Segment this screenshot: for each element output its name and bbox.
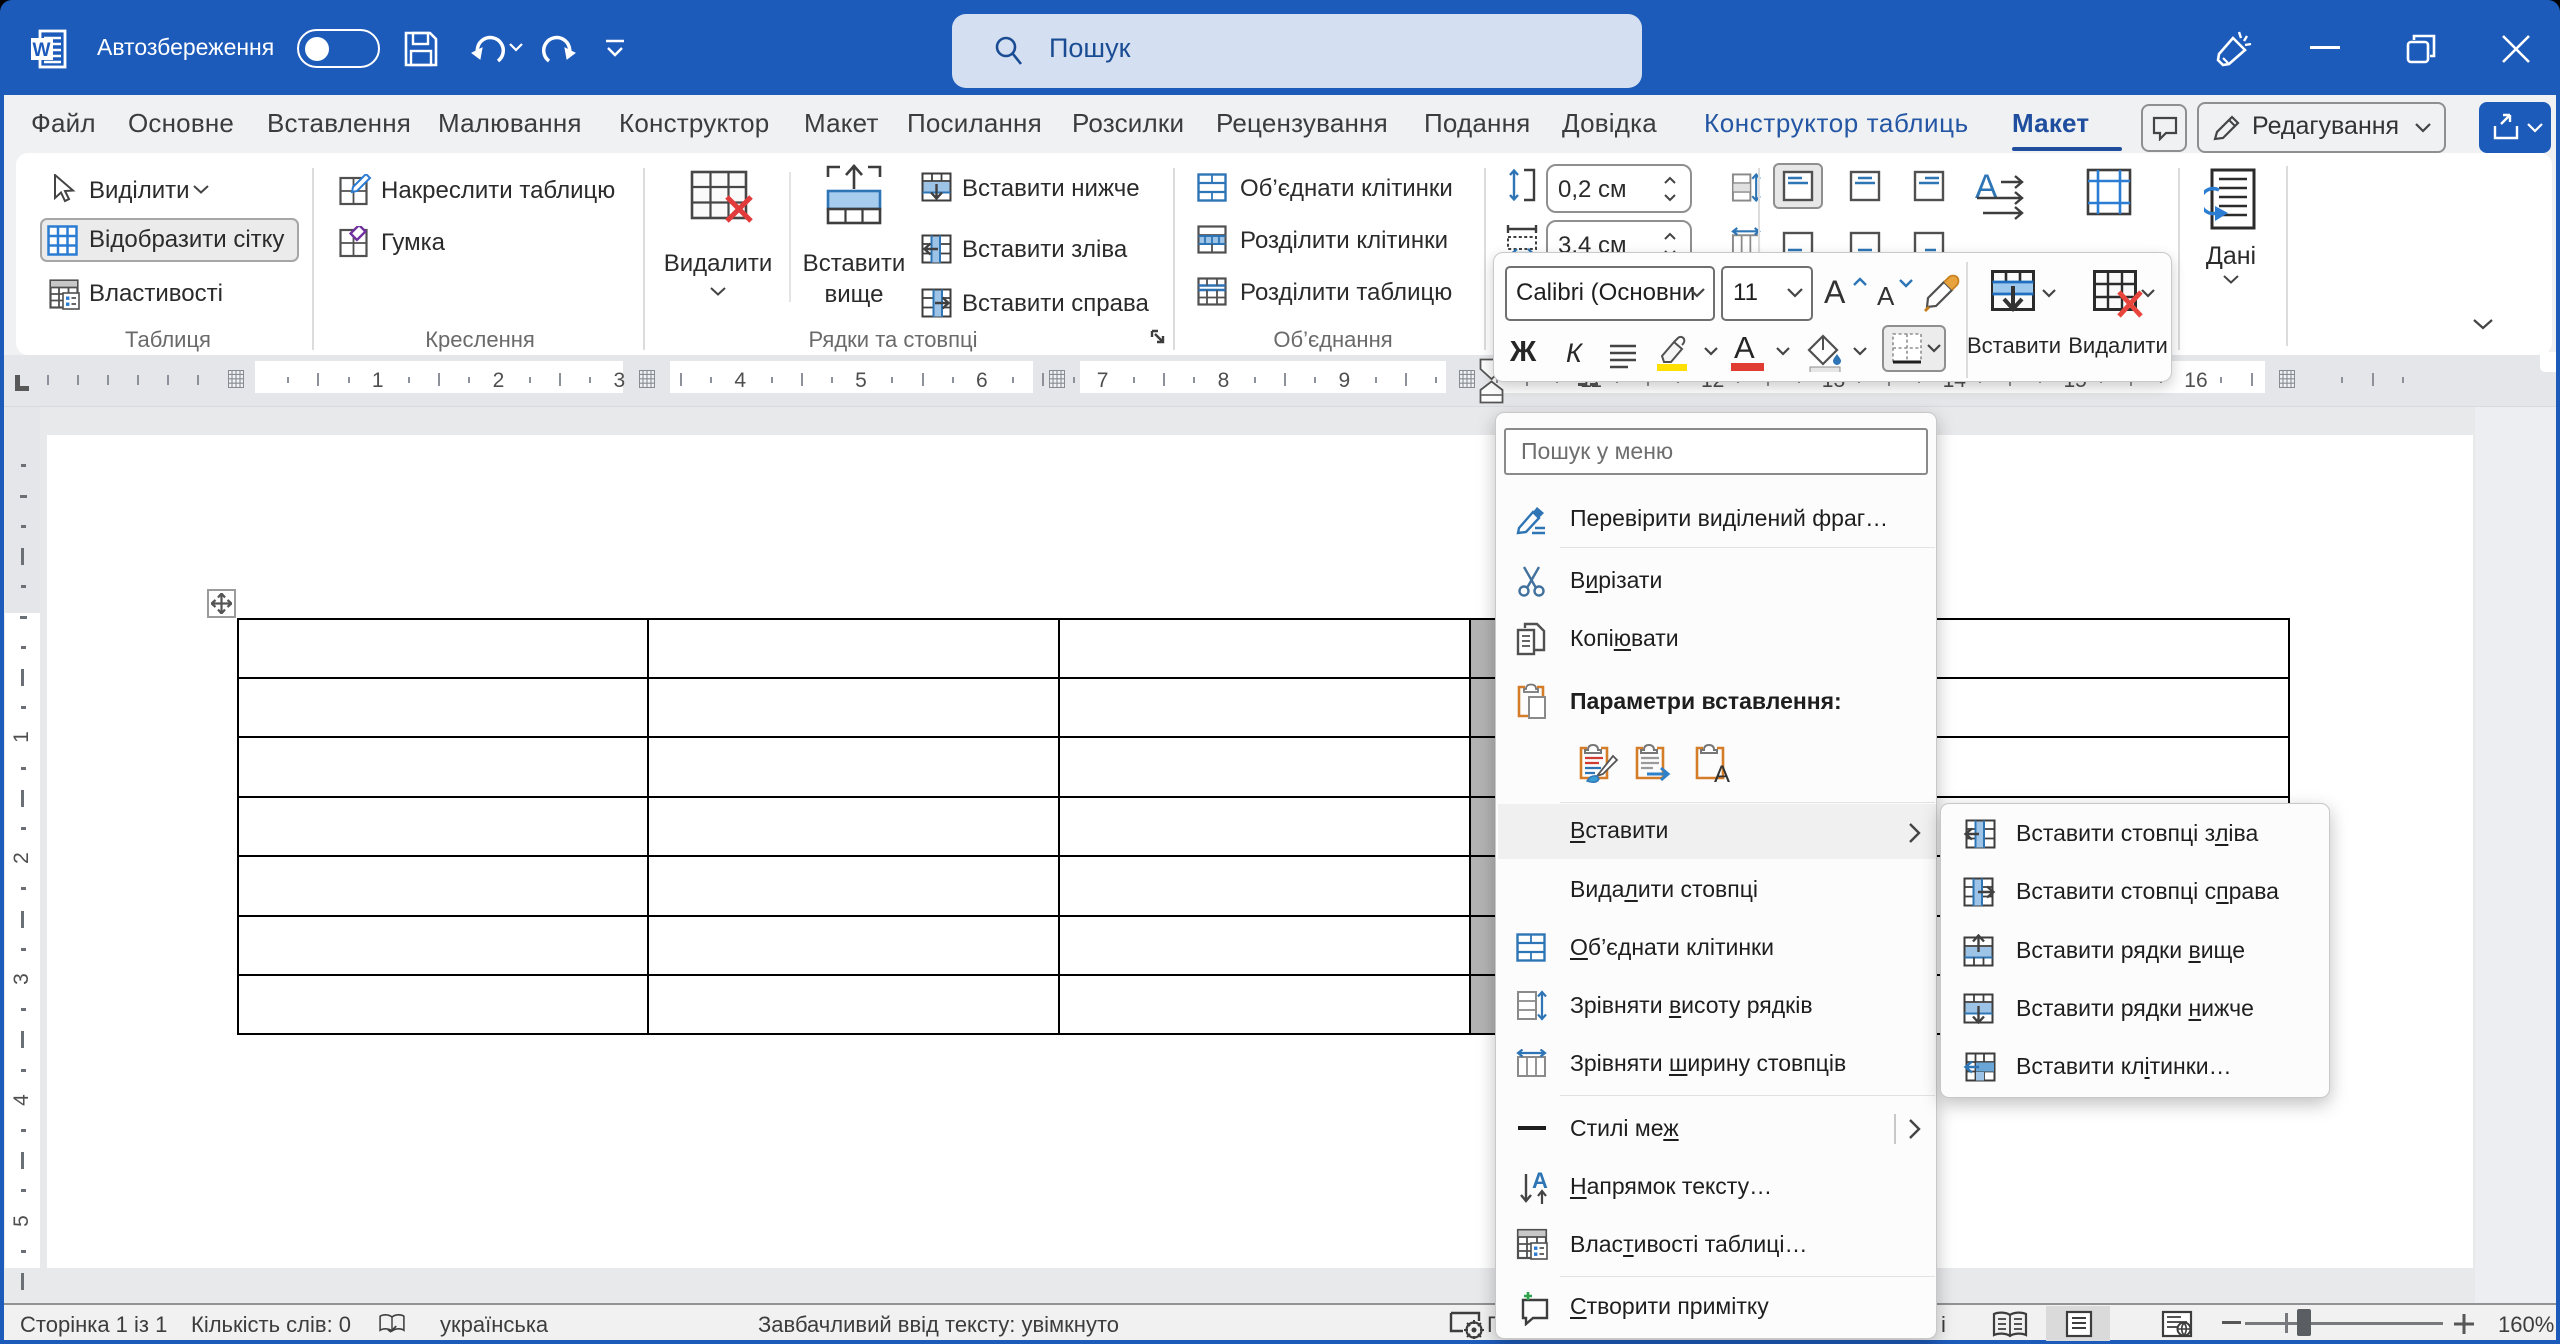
svg-text:A: A	[1975, 168, 1998, 206]
svg-text:A: A	[1532, 1170, 1548, 1193]
svg-text:W: W	[33, 40, 51, 61]
svg-text:A: A	[1714, 761, 1730, 784]
